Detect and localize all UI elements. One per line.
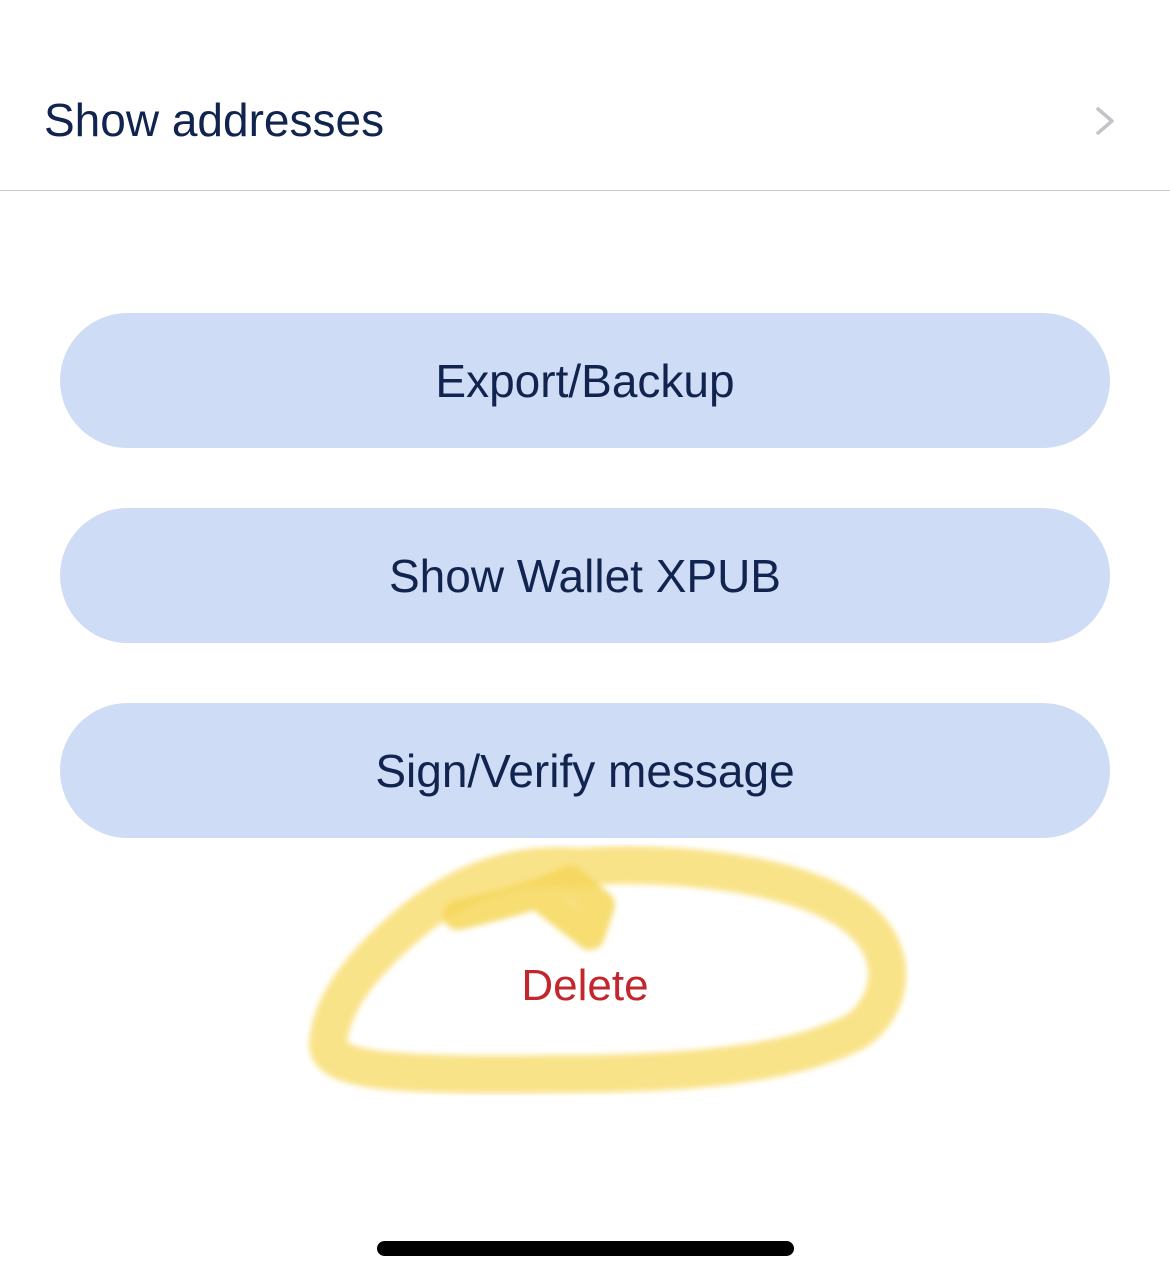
show-addresses-row[interactable]: Show addresses	[0, 0, 1170, 191]
home-indicator	[377, 1241, 794, 1256]
delete-button[interactable]: Delete	[435, 950, 735, 1022]
chevron-right-icon	[1096, 107, 1114, 135]
show-wallet-xpub-label: Show Wallet XPUB	[389, 549, 781, 602]
show-wallet-xpub-button[interactable]: Show Wallet XPUB	[60, 508, 1110, 643]
show-addresses-label: Show addresses	[44, 94, 385, 146]
export-backup-label: Export/Backup	[435, 354, 735, 407]
sign-verify-message-button[interactable]: Sign/Verify message	[60, 703, 1110, 838]
export-backup-button[interactable]: Export/Backup	[60, 313, 1110, 448]
sign-verify-message-label: Sign/Verify message	[375, 744, 795, 797]
delete-label: Delete	[521, 961, 649, 1010]
